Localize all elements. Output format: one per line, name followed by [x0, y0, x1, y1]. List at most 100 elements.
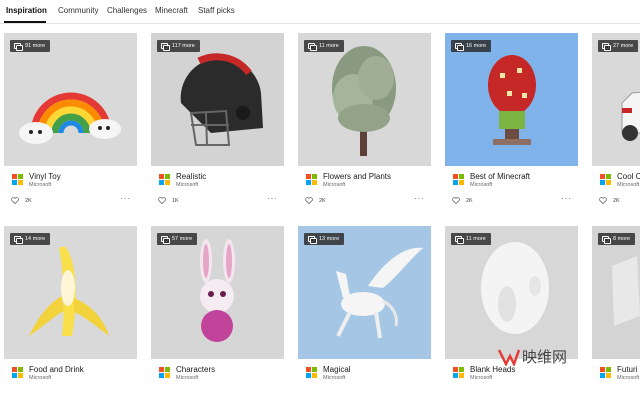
tab-staff-picks[interactable]: Staff picks: [198, 6, 235, 15]
like-count: 1K: [172, 197, 179, 204]
like-button[interactable]: 2K: [305, 197, 326, 204]
collection-icon: [602, 43, 611, 51]
card-title: Food and Drink: [29, 365, 84, 374]
card-title: Best of Minecraft: [470, 172, 531, 181]
collection-icon: [308, 236, 317, 244]
more-count-badge: 14 more: [10, 233, 51, 245]
like-button[interactable]: 1K: [158, 197, 179, 204]
collection-icon: [14, 43, 23, 51]
card-author: Microsoft: [617, 375, 640, 381]
card-author: Microsoft: [470, 375, 493, 381]
more-count-badge: 11 more: [304, 40, 344, 52]
card-title: Realistic: [176, 172, 207, 181]
heart-icon: [158, 197, 166, 204]
card-author: Microsoft: [470, 182, 493, 188]
tab-inspiration[interactable]: Inspiration: [6, 6, 47, 15]
more-count-badge: 11 more: [451, 233, 491, 245]
badge-label: 91 more: [25, 43, 46, 49]
more-count-badge: 13 more: [304, 233, 345, 245]
like-button[interactable]: 2K: [599, 197, 620, 204]
inspiration-grid: 91 more Vinyl Toy Microsoft 2K ··· 117 m…: [0, 31, 640, 395]
more-count-badge: 8 more: [598, 233, 636, 245]
collection-card[interactable]: 117 more Realistic Microsoft 1K ···: [151, 31, 284, 213]
collection-card[interactable]: 11 more Blank Heads Microsoft: [445, 224, 578, 395]
microsoft-logo-icon: [12, 174, 23, 185]
card-title: Magical: [323, 365, 351, 374]
collection-card[interactable]: 27 more Cool C Microsoft 2K ···: [592, 31, 640, 213]
card-thumbnail: 27 more: [592, 33, 640, 166]
card-title: Flowers and Plants: [323, 172, 392, 181]
badge-label: 11 more: [319, 43, 339, 49]
tab-community[interactable]: Community: [58, 6, 98, 15]
category-tab-bar: Inspiration Community Challenges Minecra…: [0, 0, 640, 24]
microsoft-logo-icon: [600, 174, 611, 185]
badge-label: 16 more: [466, 43, 487, 49]
card-author: Microsoft: [323, 182, 346, 188]
card-thumbnail: 11 more: [298, 33, 431, 166]
heart-icon: [11, 197, 19, 204]
card-title: Characters: [176, 365, 216, 374]
card-title: Futuri: [617, 365, 638, 374]
tab-minecraft[interactable]: Minecraft: [155, 6, 188, 15]
badge-label: 57 more: [172, 236, 193, 242]
more-options-icon[interactable]: ···: [120, 194, 131, 203]
collection-icon: [602, 236, 611, 244]
microsoft-logo-icon: [306, 174, 317, 185]
card-thumbnail: 117 more: [151, 33, 284, 166]
collection-card[interactable]: 13 more Magical Microsoft: [298, 224, 431, 395]
badge-label: 13 more: [319, 236, 340, 242]
collection-card[interactable]: 14 more Food and Drink Microsoft: [4, 224, 137, 395]
more-count-badge: 16 more: [451, 40, 492, 52]
like-count: 2K: [25, 197, 32, 204]
like-button[interactable]: 2K: [11, 197, 32, 204]
more-options-icon[interactable]: ···: [414, 194, 425, 203]
badge-label: 117 more: [172, 43, 195, 49]
more-options-icon[interactable]: ···: [267, 194, 278, 203]
card-title: Cool C: [617, 172, 640, 181]
blank-head-art: [481, 242, 549, 334]
microsoft-logo-icon: [159, 367, 170, 378]
card-thumbnail: 13 more: [298, 226, 431, 359]
more-count-badge: 117 more: [157, 40, 200, 52]
collection-card[interactable]: 91 more Vinyl Toy Microsoft 2K ···: [4, 31, 137, 213]
more-count-badge: 27 more: [598, 40, 639, 52]
collection-card[interactable]: 16 more Best of Minecraft Microsoft 2K ·…: [445, 31, 578, 213]
like-count: 2K: [319, 197, 326, 204]
badge-label: 27 more: [613, 43, 634, 49]
tab-challenges[interactable]: Challenges: [107, 6, 147, 15]
collection-card[interactable]: 11 more Flowers and Plants Microsoft 2K …: [298, 31, 431, 213]
collection-icon: [14, 236, 23, 244]
card-thumbnail: 91 more: [4, 33, 137, 166]
card-thumbnail: 8 more: [592, 226, 640, 359]
card-thumbnail: 11 more: [445, 226, 578, 359]
card-thumbnail: 14 more: [4, 226, 137, 359]
card-author: Microsoft: [617, 182, 640, 188]
like-button[interactable]: 2K: [452, 197, 473, 204]
collection-icon: [455, 43, 464, 51]
collection-icon: [161, 236, 170, 244]
collection-icon: [455, 236, 464, 244]
badge-label: 14 more: [25, 236, 46, 242]
card-author: Microsoft: [176, 182, 199, 188]
more-count-badge: 57 more: [157, 233, 198, 245]
card-title: Vinyl Toy: [29, 172, 61, 181]
microsoft-logo-icon: [306, 367, 317, 378]
collection-icon: [161, 43, 170, 51]
heart-icon: [599, 197, 607, 204]
site-watermark: 映维网: [498, 346, 567, 367]
pegasus-art: [336, 247, 423, 339]
badge-label: 11 more: [466, 236, 486, 242]
collection-card[interactable]: 8 more Futuri Microsoft: [592, 224, 640, 395]
active-tab-indicator: [4, 21, 46, 23]
collection-card[interactable]: 57 more Characters Microsoft: [151, 224, 284, 395]
banana-art: [29, 246, 109, 336]
microsoft-logo-icon: [12, 367, 23, 378]
more-count-badge: 91 more: [10, 40, 51, 52]
card-thumbnail: 57 more: [151, 226, 284, 359]
more-options-icon[interactable]: ···: [561, 194, 572, 203]
bunny-art: [200, 239, 235, 342]
watermark-text: 映维网: [522, 348, 568, 366]
car-art: [621, 91, 640, 141]
card-author: Microsoft: [29, 375, 52, 381]
microsoft-logo-icon: [453, 367, 464, 378]
